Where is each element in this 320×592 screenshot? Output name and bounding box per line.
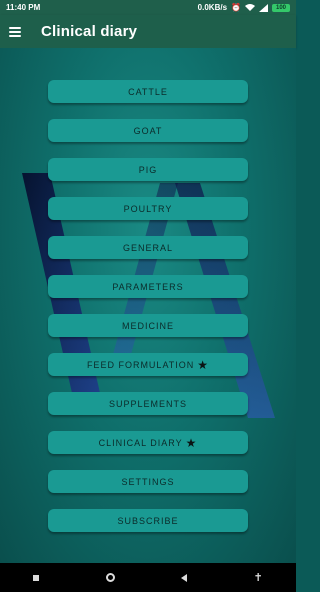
menu-label: SETTINGS xyxy=(121,476,175,487)
menu-label: GOAT xyxy=(133,125,163,136)
star-icon: ★ xyxy=(185,435,198,450)
star-icon: ★ xyxy=(197,357,210,372)
page-title: Clinical diary xyxy=(41,23,138,40)
menu-label: MEDICINE xyxy=(121,320,174,331)
menu-label: CLINICAL DIARY xyxy=(98,437,183,448)
wifi-icon xyxy=(245,3,255,11)
menu-label: PARAMETERS xyxy=(112,281,184,292)
feed-formulation-button[interactable]: FEED FORMULATION ★ xyxy=(48,353,248,376)
signal-icon xyxy=(259,3,268,12)
menu-label: GENERAL xyxy=(122,242,173,253)
back-icon[interactable] xyxy=(181,573,188,582)
supplements-button[interactable]: SUPPLEMENTS xyxy=(48,392,248,415)
subscribe-button[interactable]: SUBSCRIBE xyxy=(48,509,248,532)
settings-button[interactable]: SETTINGS xyxy=(48,470,248,493)
net-speed: 0.0KB/s xyxy=(197,3,228,12)
goat-button[interactable]: GOAT xyxy=(48,119,248,142)
status-bar: 11:40 PM 0.0KB/s ⏰ 100 xyxy=(0,0,296,15)
poultry-button[interactable]: POULTRY xyxy=(48,197,248,220)
clinical-diary-button[interactable]: CLINICAL DIARY ★ xyxy=(48,431,248,454)
recents-icon[interactable] xyxy=(33,574,40,581)
cattle-button[interactable]: CATTLE xyxy=(48,80,248,103)
accessibility-icon[interactable]: ✝ xyxy=(254,571,263,584)
menu-label: CATTLE xyxy=(128,86,168,97)
battery-indicator: 100 xyxy=(272,3,290,12)
medicine-button[interactable]: MEDICINE xyxy=(48,314,248,337)
alarm-icon: ⏰ xyxy=(231,3,241,12)
app-bar: Clinical diary xyxy=(0,15,296,48)
menu-label: SUBSCRIBE xyxy=(117,515,179,526)
menu-label: FEED FORMULATION xyxy=(86,359,195,370)
parameters-button[interactable]: PARAMETERS xyxy=(48,275,248,298)
menu-label: SUPPLEMENTS xyxy=(108,398,188,409)
status-icons: 0.0KB/s ⏰ 100 xyxy=(198,3,290,12)
main-content: CATTLE GOAT PIG POULTRY GENERAL PARAMETE… xyxy=(0,48,296,563)
general-button[interactable]: GENERAL xyxy=(48,236,248,259)
menu-label: PIG xyxy=(138,164,158,175)
hamburger-menu-icon[interactable] xyxy=(9,26,21,37)
home-icon[interactable] xyxy=(105,573,115,582)
status-time: 11:40 PM xyxy=(6,3,41,12)
system-nav-bar: ✝ xyxy=(0,563,296,592)
pig-button[interactable]: PIG xyxy=(48,158,248,181)
menu-label: POULTRY xyxy=(123,203,173,214)
